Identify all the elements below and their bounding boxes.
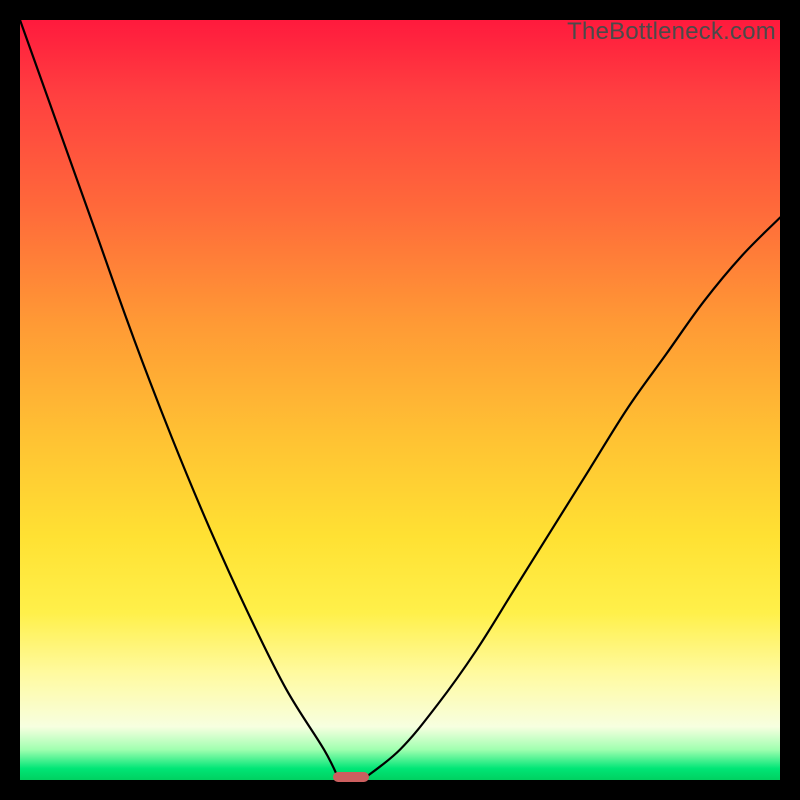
curve-left-branch [20,20,339,780]
watermark-text: TheBottleneck.com [567,18,776,46]
bottleneck-curve [20,20,780,780]
minimum-marker [333,772,369,782]
curve-right-branch [362,218,780,780]
chart-frame: TheBottleneck.com [20,20,780,780]
